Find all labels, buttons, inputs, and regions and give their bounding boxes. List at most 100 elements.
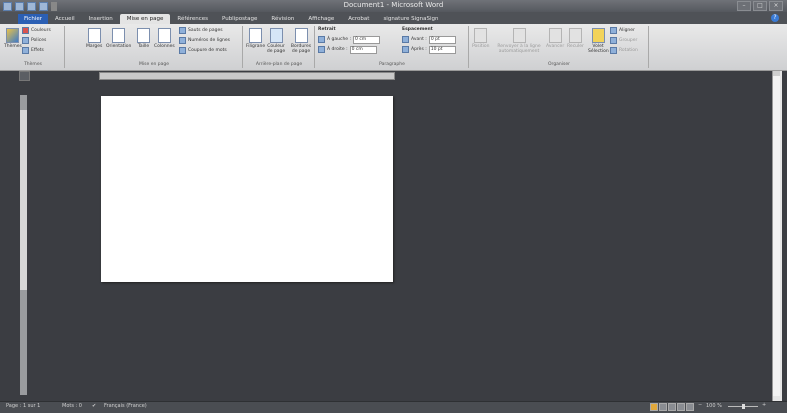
breaks-button[interactable]: Sauts de pages <box>179 27 223 34</box>
spacing-after-input[interactable]: 10 pt <box>428 45 456 54</box>
group-label-arrange: Organiser <box>548 62 570 67</box>
status-page[interactable]: Page : 1 sur 1 <box>6 403 40 409</box>
tab-mailings[interactable]: Publipostage <box>215 14 264 24</box>
align-button[interactable]: Aligner <box>610 27 635 34</box>
theme-effects-button[interactable]: Effets <box>22 47 44 54</box>
rotate-label: Rotation <box>619 48 638 53</box>
ruler-toggle-icon[interactable] <box>19 71 30 81</box>
columns-button[interactable]: Colonnes <box>154 28 175 49</box>
hyphenation-button[interactable]: Coupure de mots <box>179 47 227 54</box>
themes-button[interactable]: Thèmes <box>4 28 22 49</box>
zoom-out-icon[interactable]: − <box>698 402 702 408</box>
scroll-up-icon[interactable] <box>773 71 780 76</box>
indent-left-icon <box>318 36 325 43</box>
group-label-themes: Thèmes <box>24 62 42 67</box>
selection-pane-label: Volet Sélection <box>588 44 609 54</box>
zoom-in-icon[interactable]: + <box>762 402 766 408</box>
group-button[interactable]: Grouper <box>610 37 637 44</box>
indent-left-input[interactable]: 0 cm <box>353 35 381 44</box>
group-label: Grouper <box>619 38 638 43</box>
selection-pane-icon <box>591 28 605 43</box>
tab-home[interactable]: Accueil <box>48 14 82 24</box>
tab-acrobat[interactable]: Acrobat <box>341 14 376 24</box>
tab-page-layout[interactable]: Mise en page <box>119 14 171 24</box>
ribbon: Thèmes Couleurs Polices Effets Thèmes Ma… <box>0 24 787 71</box>
margins-icon <box>87 28 101 43</box>
web-layout-view-icon[interactable] <box>668 403 676 411</box>
size-button[interactable]: Taille <box>137 28 150 49</box>
tab-review[interactable]: Révision <box>264 14 301 24</box>
page-borders-button[interactable]: Bordures de page <box>290 28 312 54</box>
bring-forward-icon <box>548 28 562 43</box>
ribbon-tabs: Fichier Accueil Insertion Mise en page R… <box>18 14 445 24</box>
selection-pane-button[interactable]: Volet Sélection <box>588 28 609 54</box>
tab-insert[interactable]: Insertion <box>82 14 120 24</box>
send-backward-button[interactable]: Reculer <box>567 28 584 49</box>
status-words[interactable]: Mots : 0 <box>62 403 82 409</box>
horizontal-ruler[interactable] <box>99 72 395 80</box>
scrollbar-thumb[interactable] <box>773 76 780 396</box>
wrap-text-button[interactable]: Renvoyer à la ligne automatiquement <box>496 28 542 54</box>
rotate-icon <box>610 47 617 54</box>
position-button[interactable]: Position <box>472 28 490 49</box>
send-backward-label: Reculer <box>567 44 584 49</box>
spacing-before-icon <box>402 36 409 43</box>
tab-signature[interactable]: signature SignaSign <box>376 14 445 24</box>
help-icon[interactable]: ? <box>771 14 779 22</box>
page-color-button[interactable]: Couleur de page <box>266 28 286 54</box>
breaks-label: Sauts de pages <box>188 28 223 33</box>
minimize-button[interactable]: – <box>737 1 751 11</box>
bring-forward-label: Avancer <box>546 44 565 49</box>
line-numbers-label: Numéros de lignes <box>188 38 231 43</box>
spacing-before-label: Avant : <box>411 37 427 42</box>
watermark-label: Filigrane <box>246 44 266 49</box>
status-language[interactable]: Français (France) <box>104 403 147 409</box>
draft-view-icon[interactable] <box>686 403 694 411</box>
outline-view-icon[interactable] <box>677 403 685 411</box>
columns-label: Colonnes <box>154 44 175 49</box>
columns-icon <box>157 28 171 43</box>
orientation-button[interactable]: Orientation <box>106 28 131 49</box>
spacing-heading: Espacement <box>402 27 433 32</box>
document-page[interactable] <box>101 96 393 282</box>
zoom-slider-thumb[interactable] <box>742 404 745 409</box>
vertical-ruler-text-area <box>20 110 27 290</box>
spacing-before-row: Avant : 0 pt <box>402 35 456 44</box>
close-button[interactable]: × <box>769 1 783 11</box>
effects-label: Effets <box>31 48 44 53</box>
fonts-icon <box>22 37 29 44</box>
group-page-background: Filigrane Couleur de page Bordures de pa… <box>244 26 315 68</box>
effects-icon <box>22 47 29 54</box>
tab-view[interactable]: Affichage <box>301 14 341 24</box>
group-themes: Thèmes Couleurs Polices Effets Thèmes <box>2 26 65 68</box>
spacing-before-input[interactable]: 0 pt <box>428 35 456 44</box>
bring-forward-button[interactable]: Avancer <box>546 28 564 49</box>
zoom-level[interactable]: 100 % <box>706 403 722 409</box>
tab-file[interactable]: Fichier <box>18 14 48 24</box>
spacing-after-row: Après : 10 pt <box>402 45 456 54</box>
watermark-icon <box>249 28 263 43</box>
page-color-icon <box>269 28 283 43</box>
print-layout-view-icon[interactable] <box>650 403 658 411</box>
group-arrange: Position Renvoyer à la ligne automatique… <box>470 26 649 68</box>
maximize-button[interactable]: □ <box>753 1 767 11</box>
size-label: Taille <box>137 44 150 49</box>
position-label: Position <box>472 44 490 49</box>
watermark-button[interactable]: Filigrane <box>246 28 265 49</box>
indent-right-input[interactable]: 0 cm <box>349 45 377 54</box>
rotate-button[interactable]: Rotation <box>610 47 638 54</box>
proofing-icon[interactable]: ✔ <box>92 403 96 409</box>
theme-colors-button[interactable]: Couleurs <box>22 27 51 34</box>
tab-references[interactable]: Références <box>170 14 215 24</box>
page-borders-label: Bordures de page <box>290 44 312 54</box>
colors-label: Couleurs <box>31 28 51 33</box>
spacing-after-label: Après : <box>411 47 427 52</box>
full-screen-view-icon[interactable] <box>659 403 667 411</box>
margins-button[interactable]: Marges <box>86 28 102 49</box>
theme-fonts-button[interactable]: Polices <box>22 37 46 44</box>
wrap-text-icon <box>512 28 526 43</box>
margins-label: Marges <box>86 44 103 49</box>
group-label-page-background: Arrière-plan de page <box>255 62 303 67</box>
window-controls: – □ × <box>737 1 783 11</box>
line-numbers-button[interactable]: Numéros de lignes <box>179 37 230 44</box>
